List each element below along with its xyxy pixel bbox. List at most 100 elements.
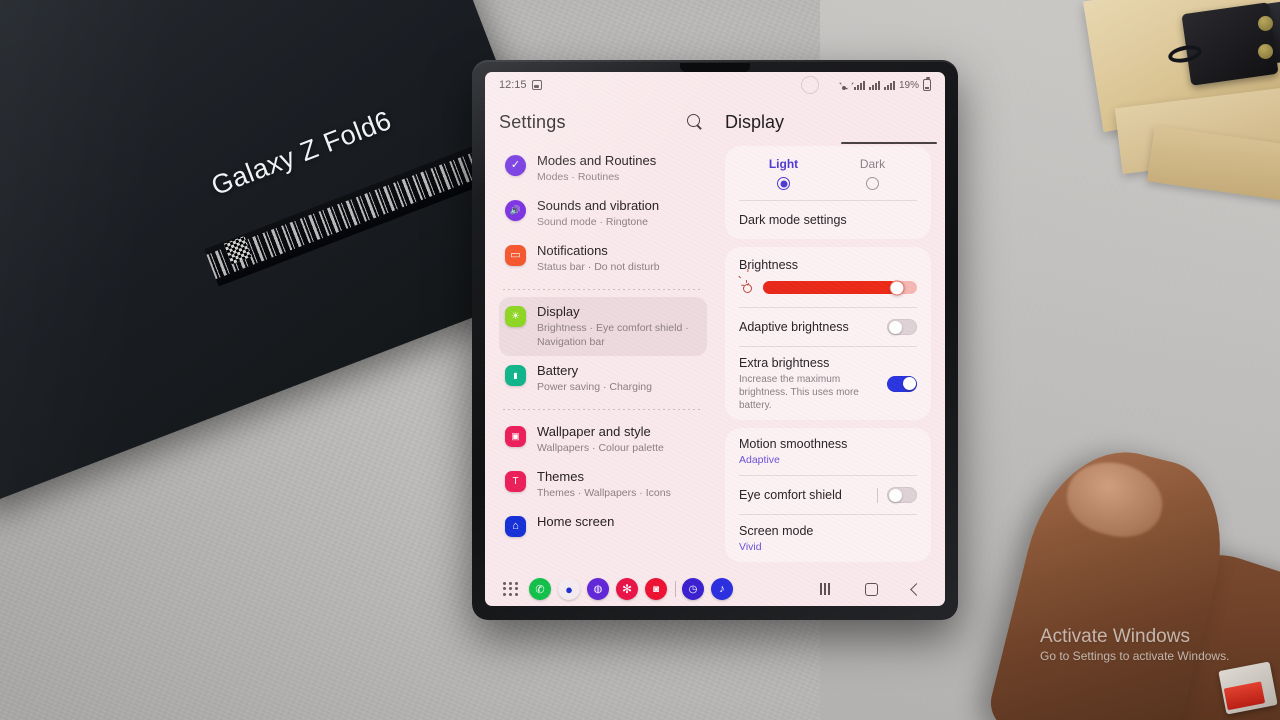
battery-settings-icon: ▮	[505, 365, 526, 386]
eye-comfort-shield-label: Eye comfort shield	[739, 487, 842, 502]
extra-brightness-sublabel: Increase the maximum brightness. This us…	[739, 374, 859, 411]
sidebar-item-label: Display	[537, 304, 580, 319]
sidebar-item-themes[interactable]: T Themes Themes · Wallpapers · Icons	[499, 462, 707, 507]
eye-comfort-shield-text: Eye comfort shield	[739, 487, 877, 504]
settings-group-1: ✓ Modes and Routines Modes · Routines 🔊 …	[499, 146, 707, 281]
sidebar-item-sounds-and-vibration[interactable]: 🔊 Sounds and vibration Sound mode · Ring…	[499, 191, 707, 236]
adaptive-brightness-text: Adaptive brightness	[739, 319, 887, 336]
theme-option-dark[interactable]: Dark	[828, 154, 917, 190]
settings-divider-2	[503, 409, 703, 410]
sidebar-item-text: Themes Themes · Wallpapers · Icons	[537, 468, 671, 500]
brightness-slider-row	[738, 269, 917, 307]
sidebar-item-label: Notifications	[537, 243, 608, 258]
screen-mode-row[interactable]: Screen mode Vivid	[739, 515, 917, 562]
screen-mode-value: Vivid	[739, 541, 762, 553]
gallery-app-icon[interactable]: ✻	[616, 578, 638, 600]
display-page-title: Display	[725, 111, 785, 132]
phone-app-icon[interactable]: ✆	[529, 578, 551, 600]
brightness-slider-fill	[763, 281, 897, 294]
sidebar-item-label: Themes	[537, 469, 584, 484]
eye-comfort-shield-row[interactable]: Eye comfort shield	[739, 476, 917, 514]
theme-dark-label: Dark	[859, 157, 886, 171]
sidebar-item-sublabel: Wallpapers · Colour palette	[537, 442, 664, 454]
scrollbar[interactable]	[841, 142, 937, 144]
settings-group-2: ☀ Display Brightness · Eye comfort shiel…	[499, 297, 707, 401]
split-view: Settings ✓ Modes and Routines Modes · Ro…	[485, 98, 945, 572]
extra-brightness-text: Extra brightness Increase the maximum br…	[739, 355, 887, 412]
adaptive-brightness-toggle[interactable]	[887, 319, 917, 335]
sidebar-item-label: Modes and Routines	[537, 153, 657, 168]
toggle-knob	[888, 488, 902, 502]
sidebar-item-wallpaper-and-style[interactable]: ▣ Wallpaper and style Wallpapers · Colou…	[499, 417, 707, 462]
sidebar-item-text: Modes and Routines Modes · Routines	[537, 152, 656, 184]
dark-mode-settings-text: Dark mode settings	[739, 212, 917, 229]
theme-option-light[interactable]: Light	[739, 154, 828, 190]
motion-card: Motion smoothness Adaptive Eye comfort s…	[725, 428, 931, 562]
settings-pane: Settings ✓ Modes and Routines Modes · Ro…	[485, 98, 717, 572]
display-icon: ☀	[505, 306, 526, 327]
internet-app-icon[interactable]: ◍	[587, 578, 609, 600]
screen-mode-text: Screen mode Vivid	[739, 523, 917, 554]
theme-light-radio[interactable]	[777, 177, 790, 190]
status-bar-left: 12:15	[499, 79, 542, 91]
device-screen: 12:15 19% Settings ✓ Modes and Routines …	[485, 72, 945, 606]
sidebar-item-text: Home screen	[537, 513, 614, 530]
status-bar: 12:15 19%	[485, 72, 945, 98]
motion-smoothness-row[interactable]: Motion smoothness Adaptive	[739, 428, 917, 475]
toggle-separator	[877, 487, 878, 503]
dark-mode-settings-row[interactable]: Dark mode settings	[739, 201, 917, 239]
sidebar-item-sublabel: Themes · Wallpapers · Icons	[537, 487, 671, 499]
sidebar-item-text: Display Brightness · Eye comfort shield …	[537, 303, 699, 349]
home-button[interactable]	[865, 582, 878, 596]
theme-light-label: Light	[768, 157, 799, 171]
screw-top	[1258, 16, 1273, 31]
settings-divider-1	[503, 289, 703, 290]
messages-app-icon[interactable]: ●	[558, 578, 580, 600]
brightness-card: Brightness Adaptive brightness Extra bri…	[725, 247, 931, 420]
taskbar-separator	[675, 581, 676, 597]
theme-dark-radio[interactable]	[866, 177, 879, 190]
brightness-slider-handle[interactable]	[889, 280, 905, 295]
motion-smoothness-label: Motion smoothness	[739, 437, 848, 451]
sidebar-item-sublabel: Modes · Routines	[537, 171, 620, 183]
navigation-bar	[820, 582, 927, 596]
sidebar-item-notifications[interactable]: ▭ Notifications Status bar · Do not dist…	[499, 236, 707, 281]
page-title: Settings	[499, 111, 566, 132]
screen-mode-label: Screen mode	[739, 524, 814, 538]
theme-options: Light Dark	[739, 146, 917, 200]
sidebar-item-label: Battery	[537, 363, 579, 378]
battery-percent-label: 19%	[898, 79, 919, 91]
modes-icon: ✓	[505, 155, 526, 176]
status-bar-clock: 12:15	[499, 79, 527, 91]
motion-smoothness-value: Adaptive	[739, 454, 780, 466]
back-button[interactable]	[910, 582, 923, 596]
adaptive-brightness-row[interactable]: Adaptive brightness	[739, 308, 917, 346]
sidebar-item-modes-and-routines[interactable]: ✓ Modes and Routines Modes · Routines	[499, 146, 707, 191]
extra-brightness-row[interactable]: Extra brightness Increase the maximum br…	[739, 347, 917, 420]
camera-app-icon[interactable]: ◙	[645, 578, 667, 600]
sidebar-item-label: Home screen	[537, 514, 615, 529]
sidebar-item-home-screen[interactable]: ⌂ Home screen	[499, 507, 707, 544]
wifi-icon	[839, 81, 850, 90]
extra-brightness-toggle[interactable]	[887, 375, 917, 392]
sidebar-item-battery[interactable]: ▮ Battery Power saving · Charging	[499, 356, 707, 401]
sidebar-item-display[interactable]: ☀ Display Brightness · Eye comfort shiel…	[499, 297, 707, 356]
settings-header: Settings	[499, 98, 707, 146]
signal-bars-icon-2	[883, 80, 895, 90]
sidebar-item-sublabel: Status bar · Do not disturb	[537, 261, 660, 273]
toggle-knob	[902, 377, 916, 390]
taskbar: ✆ ● ◍ ✻ ◙ ◷ ♪	[485, 572, 945, 606]
music-app-icon[interactable]: ♪	[711, 578, 733, 600]
brightness-slider[interactable]	[763, 280, 917, 295]
settings-group-3: ▣ Wallpaper and style Wallpapers · Colou…	[499, 417, 707, 544]
theme-card: Light Dark Dark mode settings	[725, 146, 931, 239]
clock-app-icon[interactable]: ◷	[682, 578, 704, 600]
eye-comfort-shield-toggle[interactable]	[887, 487, 917, 503]
screw-bottom	[1258, 44, 1273, 59]
apps-grid-icon[interactable]	[503, 582, 519, 596]
galaxy-z-fold-device: 12:15 19% Settings ✓ Modes and Routines …	[472, 60, 958, 620]
search-icon[interactable]	[687, 114, 703, 130]
sidebar-item-text: Sounds and vibration Sound mode · Ringto…	[537, 197, 659, 229]
brightness-sun-icon	[738, 269, 754, 295]
recents-button[interactable]	[820, 583, 831, 595]
